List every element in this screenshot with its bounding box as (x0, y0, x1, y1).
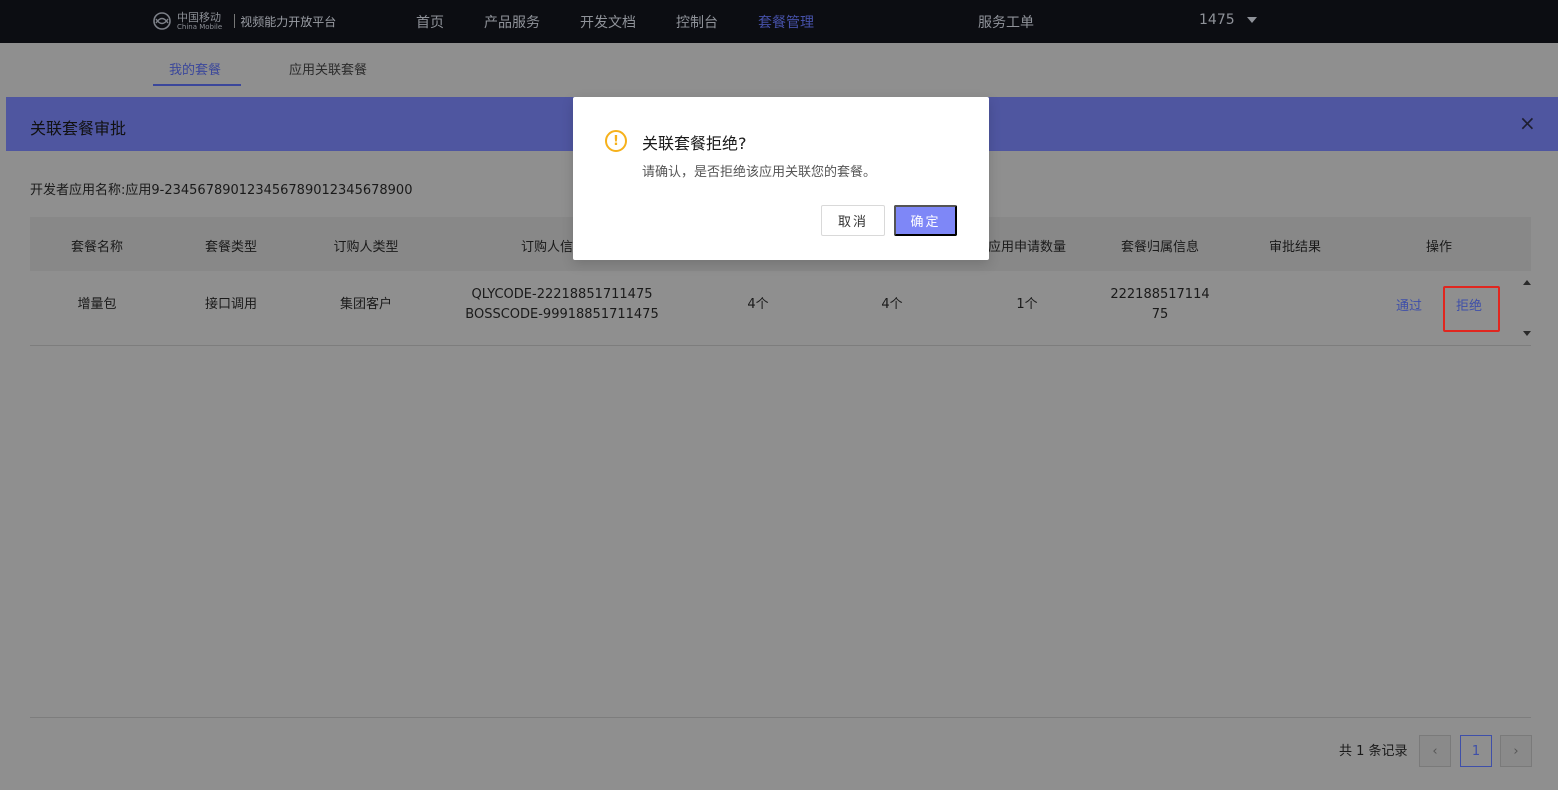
scroll-down-icon[interactable] (1523, 331, 1531, 336)
buyer-type-cell: 集团客户 (339, 297, 393, 312)
table-row: 增量包 接口调用 集团客户 QLYCODE-22218851711475 BOS… (30, 271, 1531, 346)
top-nav: 中国移动 China Mobile 视频能力开放平台 首页 产品服务 开发文档 … (0, 0, 1558, 43)
close-icon[interactable]: × (1519, 113, 1536, 133)
scroll-up-icon[interactable] (1523, 280, 1531, 285)
chevron-right-icon: › (1513, 743, 1519, 759)
dialog-title: 关联套餐拒绝? (642, 134, 747, 153)
china-mobile-logo-icon (152, 11, 172, 31)
caret-down-icon (1246, 17, 1257, 23)
panel-title: 关联套餐审批 (30, 119, 127, 138)
chevron-left-icon: ‹ (1432, 743, 1438, 759)
column-header: 套餐名称 (70, 240, 124, 255)
user-name: 1475 (1199, 12, 1235, 28)
tab-my-packages[interactable]: 我的套餐 (169, 59, 221, 78)
owner-line: 222188517114 (1110, 287, 1210, 302)
dialog-message: 请确认，是否拒绝该应用关联您的套餐。 (642, 165, 877, 180)
column-header: 订购人信 (520, 240, 574, 255)
logo[interactable]: 中国移动 China Mobile 视频能力开放平台 (152, 10, 336, 32)
apply-count-cell: 1个 (1016, 297, 1038, 312)
package-type-cell: 接口调用 (204, 297, 258, 312)
footer-divider (30, 717, 1531, 718)
logo-cn-text: 中国移动 (177, 10, 221, 24)
confirm-button[interactable]: 确定 (894, 205, 957, 236)
column-header: 审批结果 (1268, 240, 1322, 255)
developer-app-name: 开发者应用名称:应用9-2345678901234567890123456789… (30, 183, 413, 198)
quantity-cell: 4个 (881, 297, 903, 312)
platform-name: 视频能力开放平台 (240, 14, 337, 29)
quantity-cell: 4个 (747, 297, 769, 312)
nav-item-home[interactable]: 首页 (416, 12, 444, 32)
nav-item-console[interactable]: 控制台 (676, 12, 718, 32)
buyer-info-cell: QLYCODE-22218851711475 BOSSCODE-99918851… (465, 285, 658, 325)
column-header: 操作 (1425, 240, 1453, 255)
logo-divider (234, 14, 236, 28)
sub-tabs: 我的套餐 应用关联套餐 (0, 43, 1558, 87)
nav-item-docs[interactable]: 开发文档 (580, 12, 636, 32)
reject-confirm-dialog: ! 关联套餐拒绝? 请确认，是否拒绝该应用关联您的套餐。 取消 确定 (573, 97, 989, 260)
logo-en-text: China Mobile (177, 22, 223, 31)
owner-line: 75 (1151, 307, 1169, 322)
page-number-button[interactable]: 1 (1460, 735, 1492, 767)
nav-item-products[interactable]: 产品服务 (484, 12, 540, 32)
user-menu[interactable]: 1475 (1199, 12, 1257, 28)
column-header: 应用申请数量 (987, 240, 1067, 255)
column-header: 套餐类型 (204, 240, 258, 255)
approve-link[interactable]: 通过 (1396, 295, 1422, 314)
cancel-button[interactable]: 取消 (821, 205, 885, 236)
buyer-info-line: QLYCODE-22218851711475 (471, 287, 653, 302)
column-header: 套餐归属信息 (1120, 240, 1200, 255)
active-tab-indicator (153, 84, 241, 86)
buyer-info-line: BOSSCODE-99918851711475 (465, 307, 659, 322)
warning-icon: ! (605, 130, 627, 152)
tab-app-linked-packages[interactable]: 应用关联套餐 (289, 59, 367, 78)
package-name-cell: 增量包 (77, 297, 117, 312)
nav-item-package-management[interactable]: 套餐管理 (758, 12, 814, 32)
package-owner-cell: 222188517114 75 (1110, 285, 1209, 325)
reject-highlight-box (1443, 286, 1500, 332)
total-records: 共 1 条记录 (1339, 744, 1408, 759)
column-header: 订购人类型 (333, 240, 399, 255)
prev-page-button[interactable]: ‹ (1419, 735, 1451, 767)
next-page-button[interactable]: › (1500, 735, 1532, 767)
nav-item-service-tickets[interactable]: 服务工单 (978, 12, 1034, 32)
